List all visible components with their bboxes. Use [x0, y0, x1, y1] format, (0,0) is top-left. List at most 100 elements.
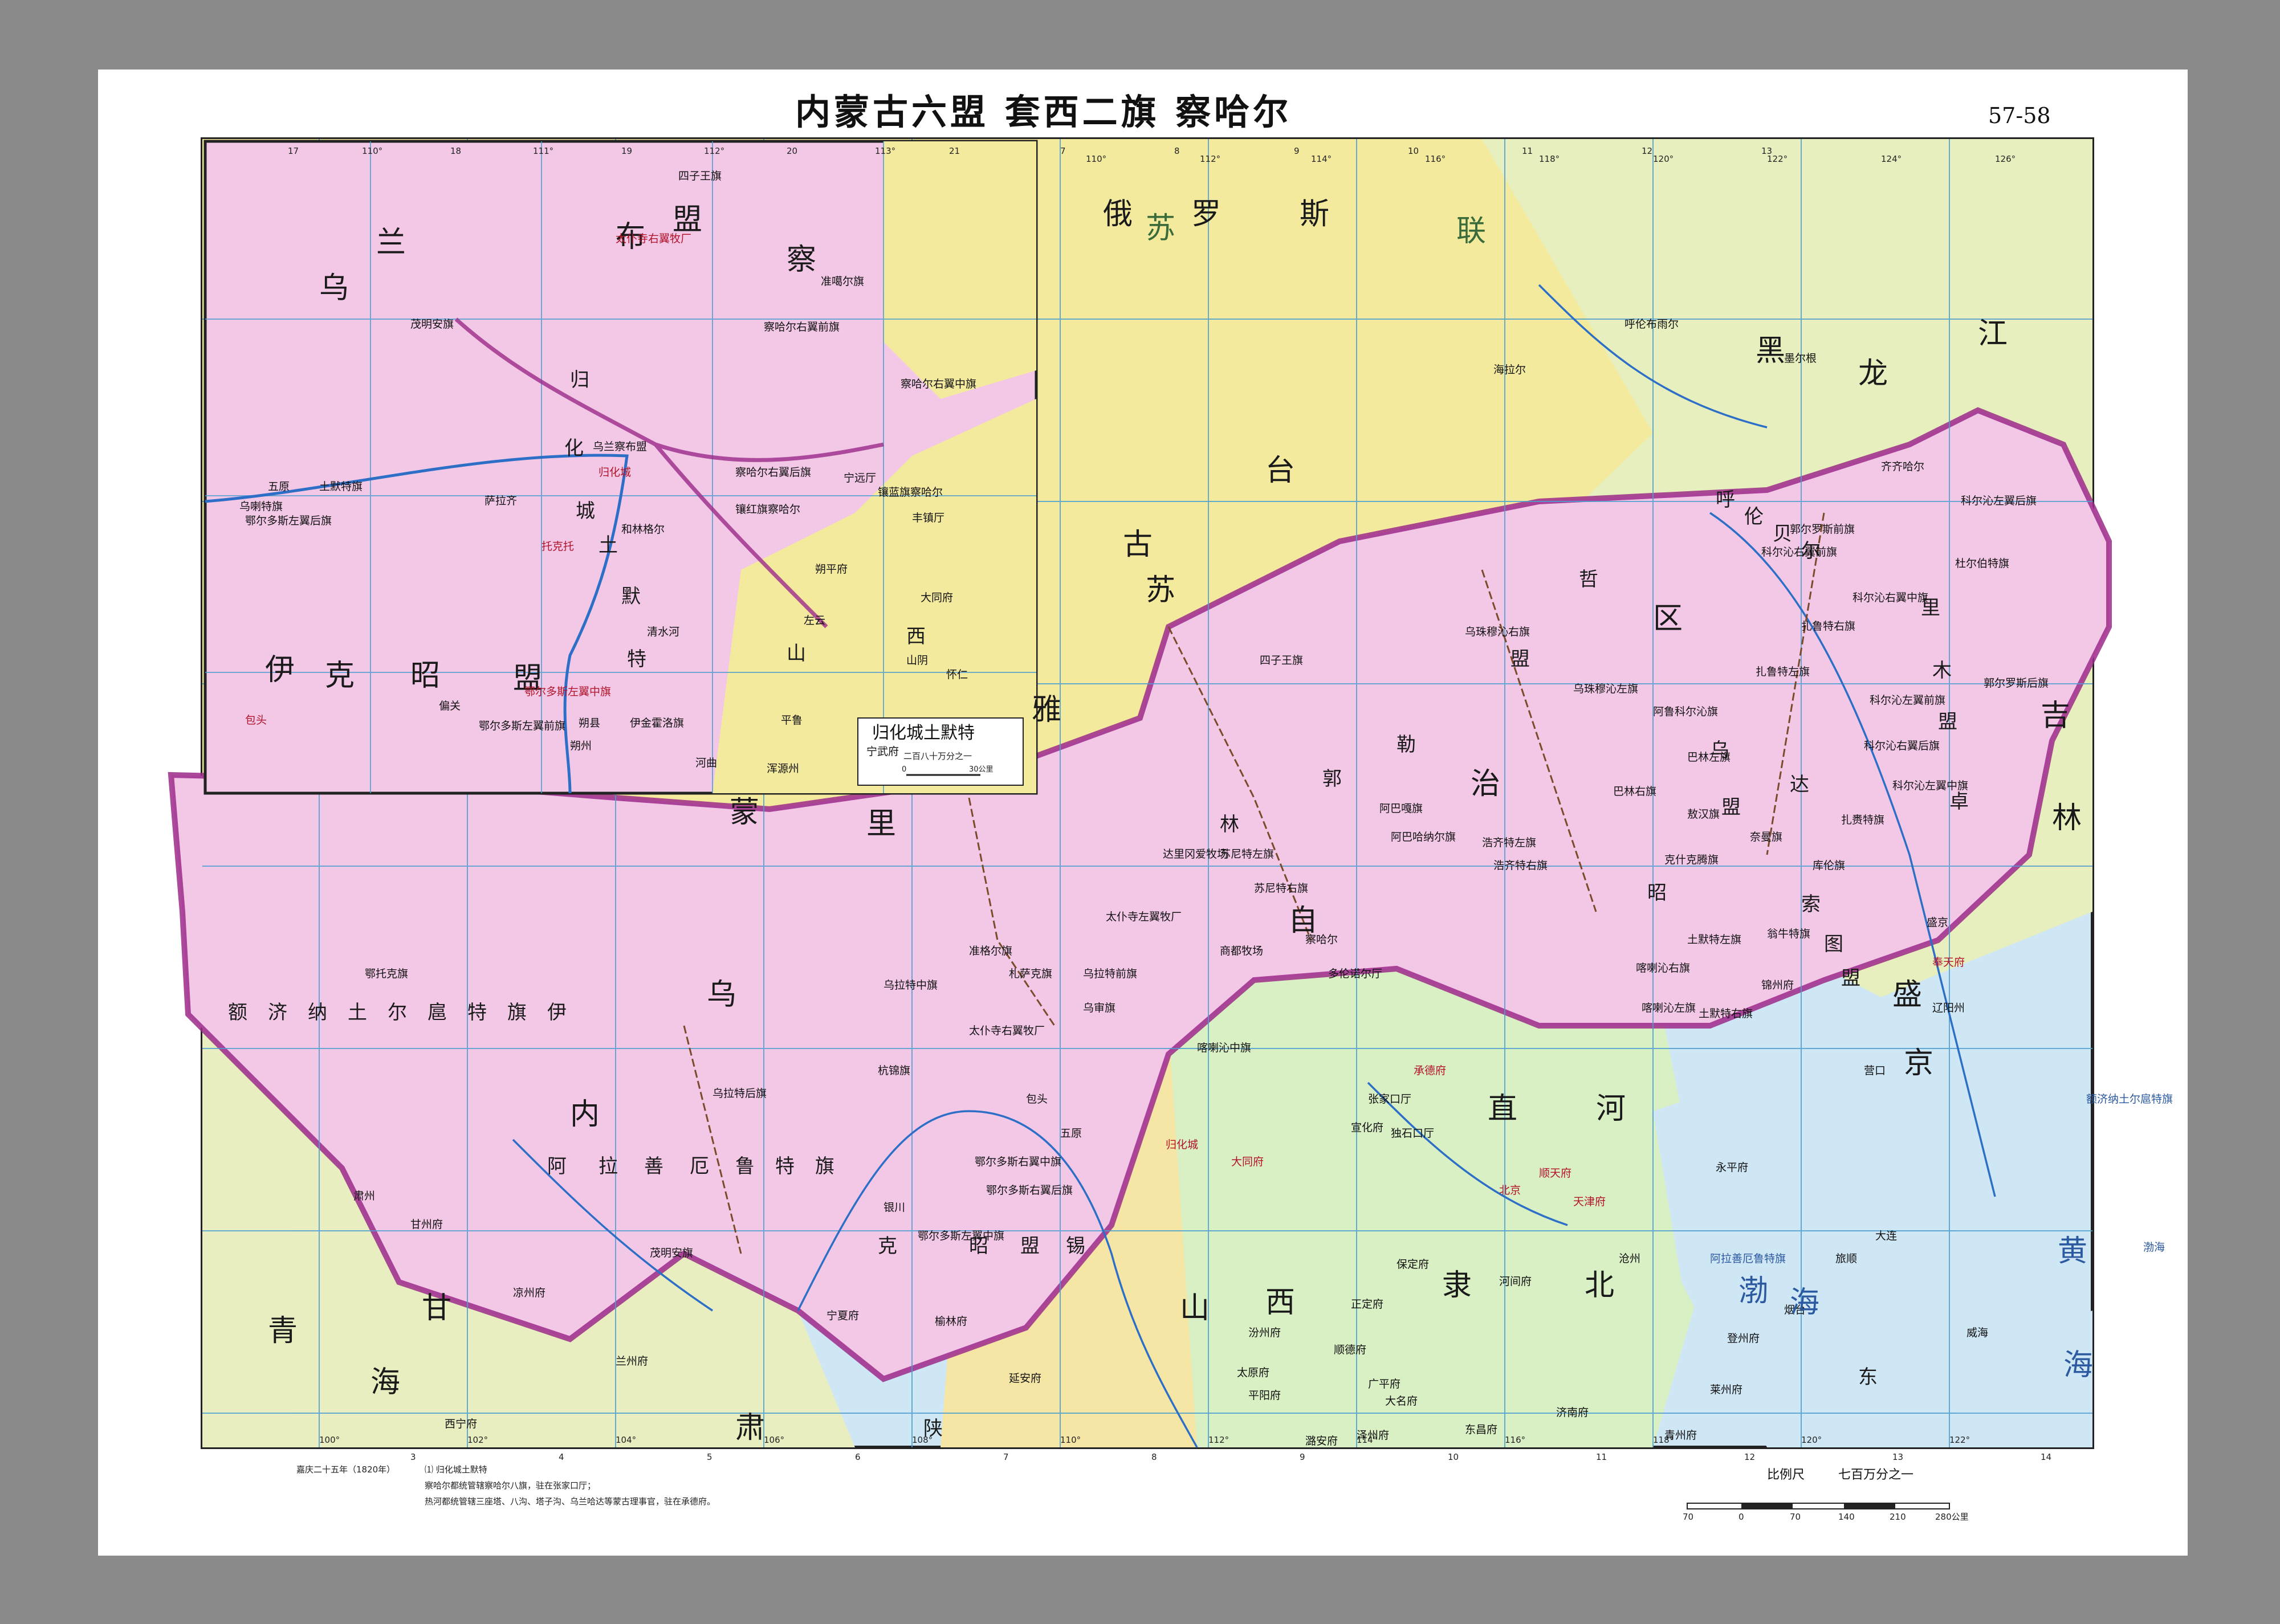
place-label: 营口 [1864, 1064, 1886, 1077]
region-label: 龙 [1858, 357, 1888, 391]
country-label: 斯 [1300, 197, 1330, 231]
place-label: 茂明安旗 [650, 1247, 694, 1259]
place-label: 巴林右旗 [1613, 785, 1657, 798]
region-label: 自 [1288, 904, 1318, 938]
place-label: 独石口厅 [1391, 1127, 1435, 1140]
place-label: 商都牧场 [1220, 945, 1264, 957]
place-label: 锦州府 [1761, 979, 1794, 991]
place-label: 汾州府 [1248, 1327, 1281, 1339]
inset-place: 山阴 [906, 654, 929, 667]
place-label: 青州府 [1664, 1429, 1697, 1442]
league-label: 土 [348, 1001, 367, 1024]
region-label: 陕 [923, 1417, 943, 1440]
place-label: 多伦诺尔厅 [1328, 968, 1383, 980]
grid-number: 12 [1642, 146, 1653, 156]
longitude-label: 116° [1425, 154, 1446, 164]
place-label: 杭锦旗 [878, 1064, 911, 1077]
place-label: 科尔沁左翼中旗 [1892, 780, 1969, 792]
place-label: 承德府 [1414, 1064, 1447, 1077]
grid-number: 6 [855, 1452, 861, 1462]
place-label: 苏尼特左旗 [1220, 848, 1275, 860]
page-numbers: 57-58 [1988, 103, 2051, 128]
place-label: 大名府 [1385, 1395, 1418, 1407]
place-label: 郭尔罗斯后旗 [1984, 677, 2049, 689]
league-label: 呼 [1716, 488, 1735, 511]
grid-number: 11 [1596, 1452, 1607, 1462]
place-label: 鄂尔多斯右翼后旗 [986, 1184, 1073, 1197]
inset-region-label: 察 [787, 243, 817, 277]
place-label: 泽州府 [1357, 1429, 1390, 1442]
place-label: 浩齐特右旗 [1493, 859, 1548, 872]
inset-place: 宁武府 [866, 745, 899, 758]
place-label: 莱州府 [1710, 1384, 1743, 1396]
place-label: 北京 [1499, 1184, 1521, 1197]
place-label: 奈曼旗 [1750, 831, 1783, 843]
region-label: 盛 [1892, 978, 1923, 1012]
inset-place: 朔州 [570, 740, 592, 752]
league-label: 郭 [1322, 768, 1342, 790]
place-label: 登州府 [1727, 1332, 1760, 1345]
league-label: 卓 [1949, 790, 1969, 813]
inset-place: 鄂尔多斯左翼中旗 [524, 685, 612, 698]
inset-grid-number: 17 [288, 146, 299, 156]
place-label: 潞安府 [1305, 1435, 1338, 1447]
inset-region-label: 城 [576, 500, 595, 523]
inset-place: 四子王旗 [678, 170, 722, 182]
inset-place: 察哈尔右翼后旗 [735, 466, 812, 479]
longitude-label: 122° [1949, 1435, 1970, 1445]
place-label: 呼伦布雨尔 [1624, 318, 1679, 330]
place-label: 五原 [1060, 1127, 1082, 1140]
inset-region-label: 盟 [673, 203, 703, 237]
longitude-label: 100° [319, 1435, 340, 1445]
place-label: 天津府 [1573, 1195, 1606, 1208]
league-label: 克 [878, 1235, 897, 1258]
region-label: 黑 [1756, 334, 1786, 368]
place-label: 察哈尔 [1305, 933, 1338, 946]
inset-longitude: 113° [875, 146, 896, 156]
inset-place: 镶红旗察哈尔 [735, 503, 801, 516]
inset-place: 和林格尔 [621, 523, 665, 536]
longitude-label: 106° [764, 1435, 785, 1445]
inset-region-label: 特 [627, 648, 646, 671]
place-label: 鄂尔多斯右翼中旗 [975, 1156, 1062, 1168]
inset-region-label: 克 [325, 659, 355, 693]
inset-region-label: 归 [570, 369, 589, 391]
place-label: 榆林府 [935, 1315, 968, 1328]
inset-scale-end: 30公里 [969, 765, 994, 774]
inset-place: 左云 [804, 614, 826, 627]
league-label: 锡 [1066, 1235, 1085, 1258]
longitude-label: 124° [1881, 154, 1902, 164]
country-label: 苏 [1146, 211, 1176, 246]
league-label: 索 [1801, 893, 1821, 916]
inset-place: 乌兰察布盟 [593, 440, 648, 453]
place-label: 阿拉善厄鲁特旗 [1710, 1252, 1786, 1265]
grid-number: 5 [707, 1452, 712, 1462]
inset-place: 朔县 [579, 717, 601, 729]
inset-place: 察哈尔右翼中旗 [901, 378, 977, 390]
country-label: 联 [1456, 214, 1487, 248]
league-label: 特 [467, 1001, 487, 1024]
inset-place: 准噶尔旗 [821, 275, 865, 288]
inset-place: 托克托 [542, 540, 575, 553]
inset-region-label: 化 [564, 437, 584, 460]
place-label: 肃州 [353, 1190, 376, 1202]
place-label: 乌拉特中旗 [883, 979, 938, 991]
longitude-label: 102° [467, 1435, 488, 1445]
inset-grid-number: 21 [949, 146, 960, 156]
place-label: 包头 [1026, 1093, 1048, 1105]
place-label: 齐齐哈尔 [1881, 460, 1925, 473]
league-label: 特 [775, 1155, 795, 1178]
place-label: 归化城 [1166, 1139, 1199, 1151]
inset-place: 宁远厅 [844, 472, 877, 484]
place-label: 顺天府 [1539, 1167, 1572, 1180]
page-title: 内蒙古六盟 套西二旗 察哈尔 [795, 91, 1292, 133]
scale-bar-label: 210 [1890, 1512, 1906, 1522]
scale-bar-label: 70 [1790, 1512, 1801, 1522]
place-label: 保定府 [1396, 1258, 1430, 1271]
place-label: 额济纳土尔扈特旗 [2086, 1093, 2173, 1105]
inset-place: 太仆寺右翼牧厂 [616, 232, 692, 245]
inset-place: 萨拉齐 [484, 495, 518, 507]
place-label: 科尔沁右翼后旗 [1864, 740, 1940, 752]
sea-label: 渤 [1738, 1274, 1769, 1308]
region-label: 台 [1265, 454, 1296, 488]
